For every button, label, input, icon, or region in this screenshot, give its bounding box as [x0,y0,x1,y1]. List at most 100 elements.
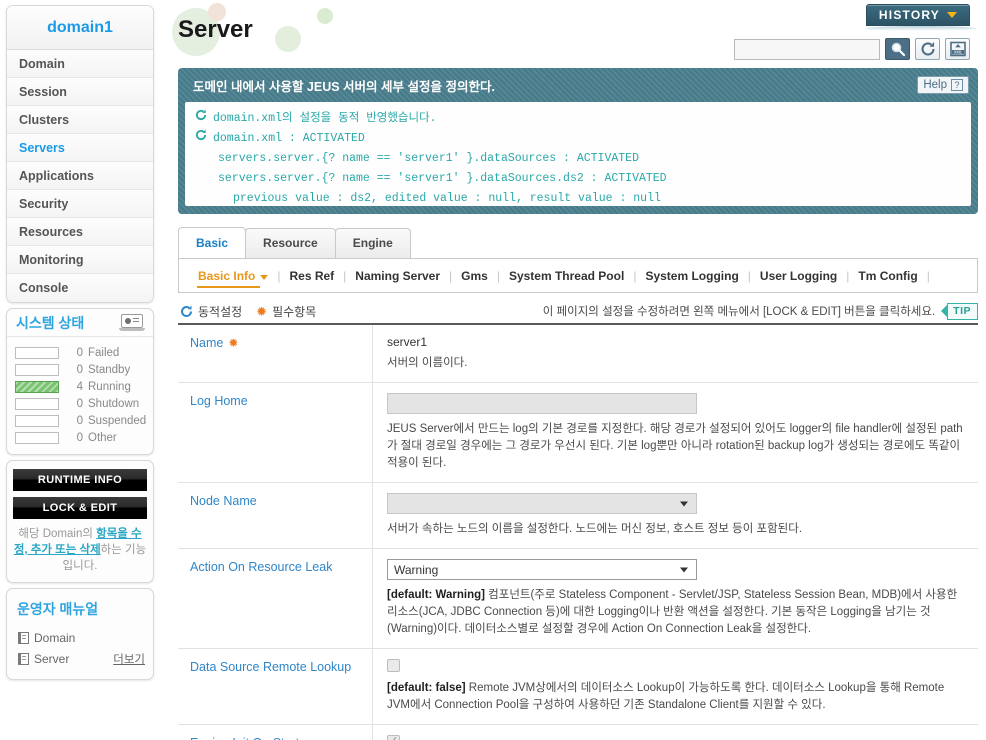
subnav-item-gms[interactable]: Gms [452,269,497,283]
subnav-item-naming-server[interactable]: Naming Server [346,269,449,283]
subnav-item-label: User Logging [759,268,838,283]
form-row: Action On Resource Leak Warning [default: … [178,549,978,649]
sidebar-item-label: Session [19,85,67,99]
info-log-line: domain.xml : ACTIVATED [195,129,961,149]
form-select[interactable] [387,493,697,514]
status-bar [15,363,59,376]
xml-export-icon[interactable]: XML [945,38,970,60]
form-row: Log Home JEUS Server에서 만드는 log의 기본 경로를 지정… [178,383,978,483]
sidebar-item-label: Clusters [19,113,70,127]
form-select[interactable]: Warning [387,559,697,580]
tab-bar: Basic Resource Engine [178,227,978,259]
form-checkbox[interactable] [387,659,400,672]
status-row: 0 Shutdown [15,395,147,412]
help-button-label: Help [923,79,947,91]
refresh-icon[interactable] [915,38,940,60]
sidebar-item-monitoring[interactable]: Monitoring [7,246,153,274]
subnav-item-system-thread-pool[interactable]: System Thread Pool [500,269,633,283]
page-title: Server [178,16,253,43]
search-input[interactable] [734,38,880,60]
status-row: 0 Standby [15,361,147,378]
sidebar-item-domain[interactable]: Domain [7,50,153,78]
action-note: 해당 Domain의 항목을 수정, 추가 또는 삭제하는 기능입니다. [7,526,153,582]
sidebar-item-servers[interactable]: Servers [7,134,153,162]
search-icon[interactable] [885,38,910,60]
actions-card: RUNTIME INFO LOCK & EDIT 해당 Domain의 항목을 … [6,460,154,583]
settings-form: Name ✹ server1 서버의 이름이다. Log Home JEUS Server… [178,323,978,740]
history-shadow [866,26,976,31]
sidebar-item-session[interactable]: Session [7,78,153,106]
sidebar-item-applications[interactable]: Applications [7,162,153,190]
form-default-value: [default: false] [387,682,466,694]
legend-required-label: 필수항목 [272,304,317,319]
form-row-description: [default: false] Remote JVM상에서의 데이터소스 Lo… [387,680,966,714]
form-row-control-cell: [default: false] Remote JVM상에서의 데이터소스 Lo… [373,649,978,724]
sidebar-item-resources[interactable]: Resources [7,218,153,246]
subnav-item-basic-info[interactable]: Basic Info [189,269,277,288]
runtime-info-button[interactable]: RUNTIME INFO [13,469,147,491]
chevron-down-icon[interactable] [260,274,269,280]
info-log-line: servers.server.{? name == 'server1' }.da… [195,169,961,189]
status-bar [15,397,59,410]
help-button[interactable]: Help ? [917,76,969,94]
info-panel-header: 도메인 내에서 사용할 JEUS 서버의 세부 설정을 정의한다. Help ? [185,75,971,102]
form-row-label-cell: Node Name [178,483,373,548]
lock-edit-button[interactable]: LOCK & EDIT [13,497,147,519]
legend-dynamic: 동적설정 [180,303,242,320]
history-button-label: HISTORY [878,8,940,22]
top-bar: Server HISTORY XML [160,0,986,68]
form-checkbox[interactable] [387,734,400,740]
form-row-label: Engine Init On Startup [190,736,313,740]
dynamic-config-icon [195,109,207,129]
sidebar-item-label: Security [19,197,69,211]
actions-group: RUNTIME INFO LOCK & EDIT [13,469,147,519]
form-row-label-cell: Log Home [178,383,373,482]
main-content: Server HISTORY XML 도메인 내에서 사용할 JEUS 서버의 … [160,0,986,740]
status-count: 0 [76,397,83,410]
tip-badge[interactable]: TIP [941,302,978,320]
tip-label: TIP [947,302,978,320]
form-input-readonly[interactable] [387,393,697,414]
manual-item-server[interactable]: Server 더보기 [7,648,153,669]
info-log-line: servers.server.{? name == 'server1' }.da… [195,149,961,169]
subnav-item-user-logging[interactable]: User Logging [751,269,846,283]
svg-text:XML: XML [953,50,962,55]
status-row: 0 Other [15,429,147,446]
sidebar-item-label: Servers [19,141,65,155]
tab-basic[interactable]: Basic [178,227,247,258]
status-count: 4 [76,380,83,393]
form-row-description: JEUS Server에서 만드는 log의 기본 경로를 지정한다. 해당 경… [387,421,966,472]
subnav-item-label: Tm Config [858,268,918,283]
form-description-text: JEUS Server에서 만드는 log의 기본 경로를 지정한다. 해당 경… [387,423,963,469]
sidebar-item-console[interactable]: Console [7,274,153,302]
book-icon [18,631,29,644]
form-description-text: 서버의 이름이다. [387,357,468,369]
history-button[interactable]: HISTORY [865,4,970,26]
subnav-item-system-logging[interactable]: System Logging [636,269,747,283]
system-status-card: 시스템 상태 0 Failed 0 Standby 4 Running 0 Shutdown 0… [6,308,154,455]
app-window: domain1 Domain Session Clusters Servers Appl… [0,0,986,740]
dynamic-config-icon [180,305,193,318]
form-row-control-cell: JEUS Server에서 만드는 log의 기본 경로를 지정한다. 해당 경… [373,383,978,482]
subnav-item-tm-config[interactable]: Tm Config [849,269,926,283]
form-row: Data Source Remote Lookup [default: false… [178,649,978,725]
info-log-text: domain.xml의 설정을 동적 반영했습니다. [213,112,437,125]
sidebar-item-security[interactable]: Security [7,190,153,218]
nav-card: domain1 Domain Session Clusters Servers Appl… [6,5,154,303]
tab-engine[interactable]: Engine [334,228,411,258]
tab-resource[interactable]: Resource [245,228,336,258]
manual-item-domain[interactable]: Domain [7,627,153,648]
sidebar-item-clusters[interactable]: Clusters [7,106,153,134]
info-log-line: domain.xml의 설정을 동적 반영했습니다. [195,109,961,129]
manual-more-link[interactable]: 더보기 [113,651,145,667]
subnav-item-label: System Thread Pool [508,268,625,283]
info-panel: 도메인 내에서 사용할 JEUS 서버의 세부 설정을 정의한다. Help ?… [178,68,978,214]
status-row: 0 Suspended [15,412,147,429]
subnav-item-res-ref[interactable]: Res Ref [280,269,343,283]
domain-title: domain1 [7,6,153,50]
status-label: Standby [88,363,131,376]
form-row: Node Name 서버가 속하는 노드의 이름을 설정한다. 노드에는 머신 정… [178,483,978,549]
sidebar-item-label: Console [19,281,69,295]
form-row-label: Node Name [190,494,257,508]
form-description-text: Remote JVM상에서의 데이터소스 Lookup이 가능하도록 한다. 데… [387,682,945,711]
